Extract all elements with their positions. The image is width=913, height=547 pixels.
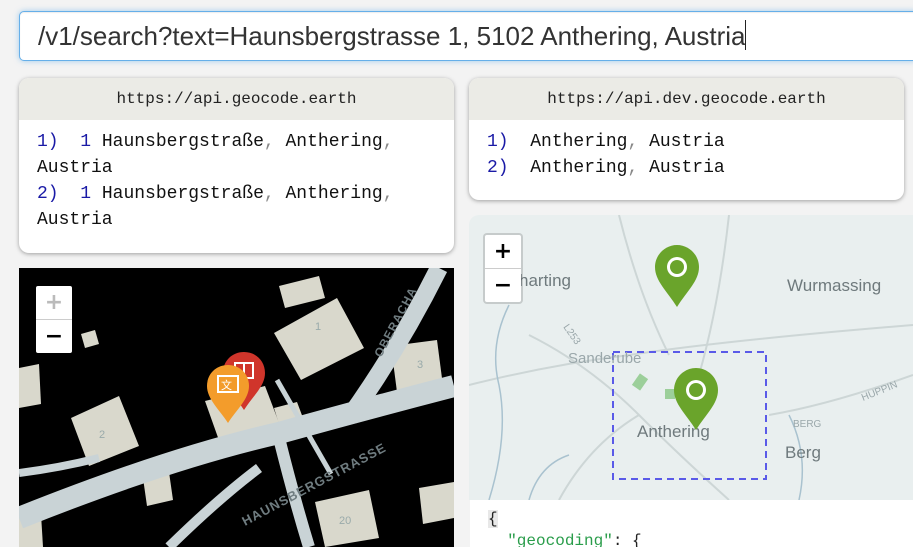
road xyxy=(165,464,263,547)
park-area xyxy=(631,373,649,391)
result-country: Austria xyxy=(649,132,725,152)
result-separator: , xyxy=(627,158,639,178)
result-locality: Anthering xyxy=(285,184,383,204)
house-number-label: 20 xyxy=(339,515,351,527)
place-label: BERG xyxy=(793,419,822,430)
search-query-input[interactable]: /v1/search?text=Haunsbergstrasse 1, 5102… xyxy=(19,11,913,61)
result-housenumber: 1 xyxy=(80,184,92,204)
text-caret xyxy=(745,20,747,50)
marker[interactable] xyxy=(655,245,699,307)
search-query-text: /v1/search?text=Haunsbergstrasse 1, 5102… xyxy=(38,21,746,51)
building xyxy=(274,298,364,380)
result-housenumber: 1 xyxy=(80,132,92,152)
result-street: Haunsbergstraße xyxy=(101,132,264,152)
left-map[interactable]: 1 2 3 20 HAUNSBERGSTRASSE OBERACHA 文 + − xyxy=(19,268,454,547)
place-label: Berg xyxy=(785,443,821,462)
building xyxy=(81,330,99,348)
result-index: 2) xyxy=(487,158,509,178)
place-label: harting xyxy=(519,271,571,290)
result-separator: , xyxy=(382,132,394,152)
zoom-in-button[interactable]: + xyxy=(36,286,72,319)
svg-text:文: 文 xyxy=(221,378,232,392)
left-results-panel: https://api.geocode.earth 1) 1 Haunsberg… xyxy=(19,78,454,253)
building xyxy=(19,364,41,408)
json-open-brace: { xyxy=(488,510,498,528)
building xyxy=(419,482,454,524)
result-separator: , xyxy=(263,132,275,152)
left-zoom-control: + − xyxy=(34,284,74,355)
result-item[interactable]: 1) Anthering, Austria xyxy=(487,129,886,155)
house-number-label: 1 xyxy=(315,321,321,333)
place-label: Sanderube xyxy=(568,350,641,367)
result-separator: , xyxy=(263,184,275,204)
result-country: Austria xyxy=(649,158,725,178)
result-country: Austria xyxy=(37,158,113,178)
result-separator: , xyxy=(382,184,394,204)
left-map-canvas: 1 2 3 20 HAUNSBERGSTRASSE OBERACHA 文 xyxy=(19,268,454,547)
result-separator: , xyxy=(627,132,639,152)
result-item[interactable]: 1) 1 Haunsbergstraße, Anthering, Austria xyxy=(37,129,436,181)
left-results-list: 1) 1 Haunsbergstraße, Anthering, Austria… xyxy=(19,120,454,233)
park-area xyxy=(665,389,675,399)
zoom-in-button[interactable]: + xyxy=(485,235,521,268)
result-locality: Anthering xyxy=(530,158,628,178)
stream xyxy=(488,304,510,500)
result-index: 2) xyxy=(37,184,59,204)
right-results-panel: https://api.dev.geocode.earth 1) Antheri… xyxy=(469,78,904,200)
json-response-preview: { "geocoding": { xyxy=(470,500,913,547)
json-key: "geocoding" xyxy=(507,532,613,547)
result-street: Haunsbergstraße xyxy=(101,184,264,204)
right-results-list: 1) Anthering, Austria 2) Anthering, Aust… xyxy=(469,120,904,181)
result-item[interactable]: 2) 1 Haunsbergstraße, Anthering, Austria xyxy=(37,181,436,233)
result-locality: Anthering xyxy=(285,132,383,152)
result-country: Austria xyxy=(37,210,113,230)
building xyxy=(279,276,325,308)
house-number-label: 2 xyxy=(99,429,105,441)
house-number-label: 3 xyxy=(417,359,423,371)
right-zoom-control: + − xyxy=(483,233,523,304)
road-label: L253 xyxy=(561,322,583,347)
result-locality: Anthering xyxy=(530,132,628,152)
json-punct: : { xyxy=(612,532,642,547)
zoom-out-button[interactable]: − xyxy=(485,268,521,302)
place-label: Wurmassing xyxy=(787,276,881,295)
right-map-canvas: harting Wurmassing Sanderube Anthering B… xyxy=(469,215,913,500)
left-endpoint-header: https://api.geocode.earth xyxy=(19,78,454,120)
zoom-out-button[interactable]: − xyxy=(36,319,72,353)
result-item[interactable]: 2) Anthering, Austria xyxy=(487,155,886,181)
right-endpoint-header: https://api.dev.geocode.earth xyxy=(469,78,904,120)
road xyxy=(19,454,100,477)
result-index: 1) xyxy=(37,132,59,152)
road xyxy=(558,414,640,500)
result-index: 1) xyxy=(487,132,509,152)
marker[interactable] xyxy=(674,368,718,430)
road-label: HUPPIN xyxy=(860,379,899,403)
right-map[interactable]: harting Wurmassing Sanderube Anthering B… xyxy=(469,215,913,500)
